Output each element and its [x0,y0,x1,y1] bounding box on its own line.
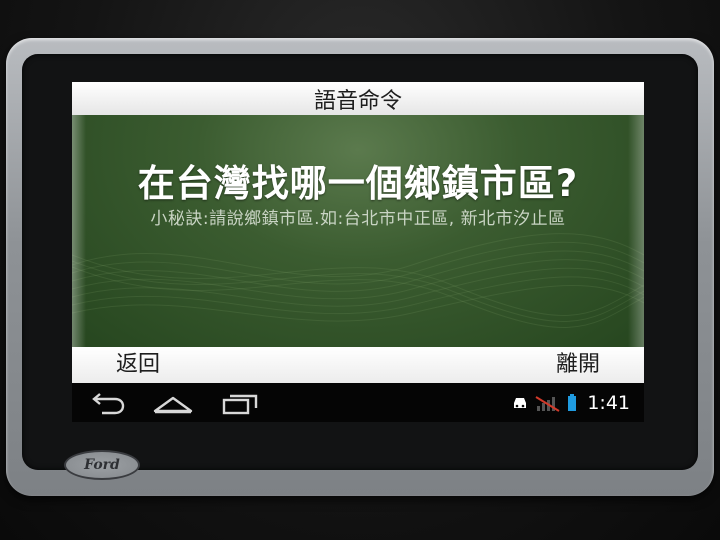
device-screen: 語音命令 在台灣找哪一個鄉鎮市區? 小秘訣:請說鄉鎮市區.如:台北市中正區, 新… [72,82,644,422]
recent-apps-icon[interactable] [220,390,260,416]
action-bar: 返回 離開 [72,347,644,383]
screen-glare-right [628,115,644,347]
voice-prompt-hint: 小秘訣:請說鄉鎮市區.如:台北市中正區, 新北市汐止區 [150,209,566,229]
battery-icon [568,393,577,411]
voice-prompt-question: 在台灣找哪一個鄉鎮市區? [137,162,579,205]
page-title: 語音命令 [72,82,644,115]
background-waves [72,233,644,328]
android-nav-bar: 1:41 [72,383,644,422]
home-icon[interactable] [152,390,194,416]
screen-glare-left [72,115,86,347]
car-icon [514,397,527,408]
back-arrow-icon[interactable] [88,390,128,416]
voice-command-panel: 在台灣找哪一個鄉鎮市區? 小秘訣:請說鄉鎮市區.如:台北市中正區, 新北市汐止區 [72,115,644,347]
status-area: 1:41 [511,383,630,422]
clock-time: 1:41 [587,391,630,414]
ford-logo: Ford [64,450,140,480]
exit-button[interactable]: 離開 [556,347,600,383]
no-signal-icon [535,395,560,412]
back-button[interactable]: 返回 [116,347,160,383]
